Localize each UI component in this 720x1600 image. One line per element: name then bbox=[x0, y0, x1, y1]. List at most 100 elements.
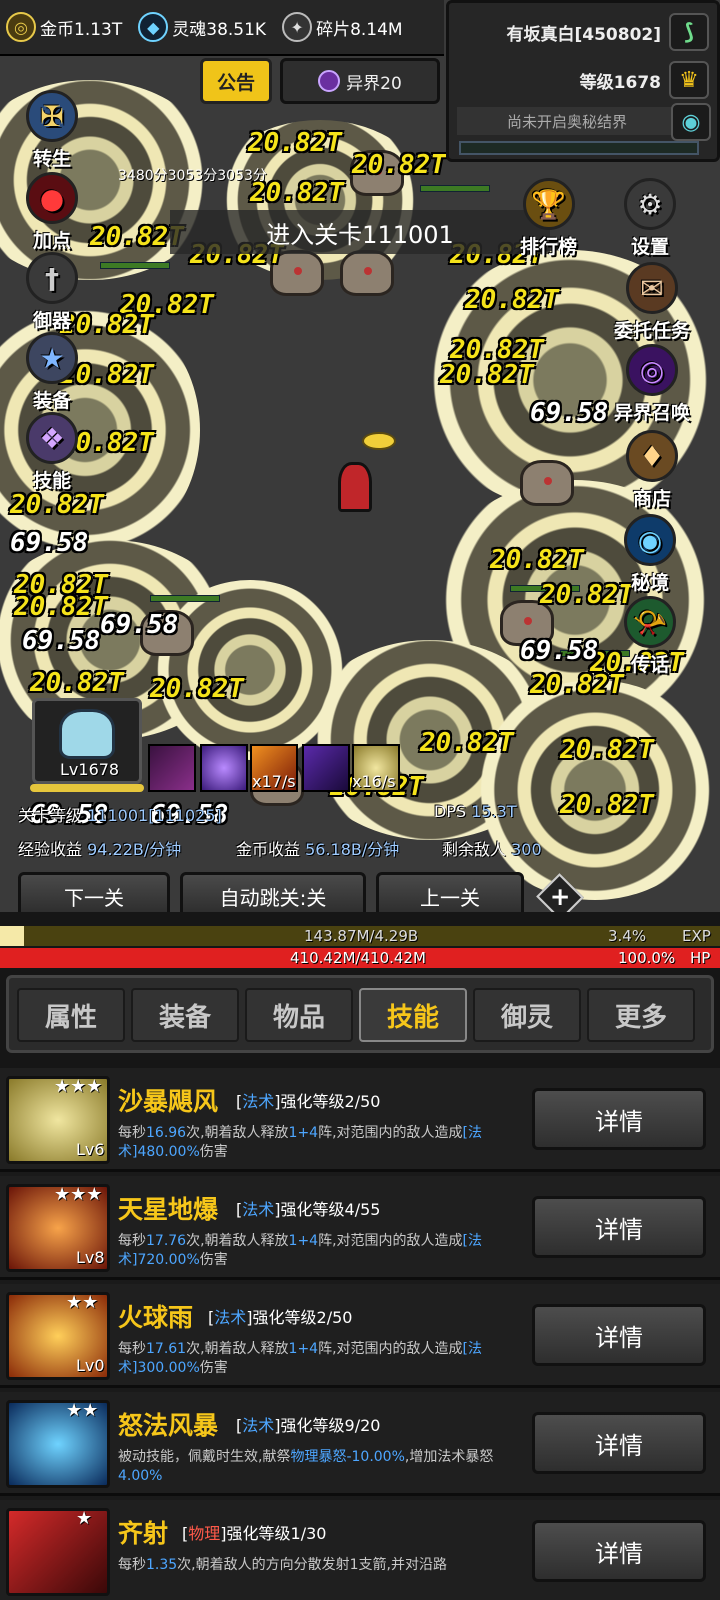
skill-tag: [法术]强化等级2/50 bbox=[236, 1092, 381, 1111]
currency-gold: ◎ 金币1.13T bbox=[6, 12, 122, 42]
secret-realm-button[interactable]: ◉ 秘境 bbox=[624, 514, 676, 595]
skill-slot-2[interactable] bbox=[200, 744, 248, 792]
ranking-button[interactable]: 🏆 排行榜 bbox=[520, 178, 577, 259]
desc-text: ,增加法术暴怒 bbox=[404, 1449, 494, 1465]
desc-value: 1+4 bbox=[288, 1233, 319, 1249]
rebirth-icon: ✠ bbox=[26, 90, 78, 142]
tab-spirit[interactable]: 御灵 bbox=[473, 988, 581, 1042]
desc-value: 1+4 bbox=[288, 1341, 319, 1357]
stage-level-label: 关卡等级 bbox=[18, 806, 83, 825]
desc-text: 伤害 bbox=[199, 1144, 228, 1160]
damage-number: 20.82T bbox=[440, 360, 534, 390]
skill-slot-1[interactable] bbox=[148, 744, 196, 792]
desc-value: 720.00% bbox=[137, 1252, 200, 1268]
tab-items[interactable]: 物品 bbox=[245, 988, 353, 1042]
settings-label: 设置 bbox=[630, 236, 669, 258]
enemy-golem bbox=[520, 460, 574, 506]
enemy-hp-bar bbox=[100, 262, 170, 269]
desc-text: 次,朝着敌人释放 bbox=[186, 1233, 289, 1249]
commission-task-button[interactable]: ✉ 委托任务 bbox=[614, 262, 690, 343]
skill-type: 物理 bbox=[188, 1524, 221, 1543]
details-button[interactable]: 详情 bbox=[532, 1412, 706, 1474]
details-button[interactable]: 详情 bbox=[532, 1088, 706, 1150]
exp-bar: 143.87M/4.29B 3.4% EXP bbox=[0, 926, 720, 946]
skill-stars: ★ bbox=[76, 1508, 93, 1529]
skill-rate: x17/s bbox=[252, 772, 296, 791]
exp-income-stat: 经验收益 94.22B/分钟 bbox=[18, 836, 181, 860]
desc-value: 1+4 bbox=[288, 1125, 319, 1141]
details-button[interactable]: 详情 bbox=[532, 1520, 706, 1582]
shop-button[interactable]: ♦ 商店 bbox=[626, 430, 678, 511]
crown-icon[interactable]: ♛ bbox=[669, 61, 709, 99]
settings-button[interactable]: ⚙ 设置 bbox=[624, 178, 676, 259]
tab-equipment[interactable]: 装备 bbox=[131, 988, 239, 1042]
desc-value: 4.00% bbox=[118, 1468, 163, 1484]
damage-number: 20.82T bbox=[560, 790, 654, 820]
score-popup: 3480分3053分3053分 bbox=[118, 168, 267, 184]
skill-lv: Lv6 bbox=[76, 1140, 105, 1159]
stage-banner: 进入关卡111001 bbox=[170, 210, 550, 254]
weapon-control-button[interactable]: † 御器 bbox=[26, 252, 78, 333]
prev-stage-button[interactable]: 上一关 bbox=[376, 872, 524, 912]
desc-text: 阵,对范围内的敌人造成 bbox=[318, 1125, 463, 1141]
hp-bar-text: 410.42M/410.42M bbox=[290, 949, 426, 967]
notice-tab[interactable]: 公告 bbox=[200, 58, 272, 104]
weapon-control-label: 御器 bbox=[32, 310, 71, 332]
blood-drop-icon: ● bbox=[26, 172, 78, 224]
other-world-tab[interactable]: 异界20 bbox=[280, 58, 440, 104]
desc-text: 每秒 bbox=[118, 1125, 146, 1141]
desc-text: 每秒 bbox=[118, 1557, 146, 1573]
companion-sprite bbox=[362, 432, 396, 450]
skill-rate: x16/s bbox=[352, 772, 396, 791]
player-name-row: 有坂真白[450802] ⟆ bbox=[506, 13, 709, 51]
portal-vortex-icon: ◎ bbox=[626, 344, 678, 396]
skill-stars: ★★★ bbox=[54, 1184, 103, 1205]
portal-icon[interactable]: ◉ bbox=[671, 103, 711, 141]
orb-icon: ◉ bbox=[624, 514, 676, 566]
player-level: 等级1678 bbox=[579, 72, 661, 93]
skill-stars: ★★★ bbox=[54, 1076, 103, 1097]
claw-icon[interactable]: ⟆ bbox=[669, 13, 709, 51]
rebirth-button[interactable]: ✠ 转生 bbox=[26, 90, 78, 171]
next-stage-button[interactable]: 下一关 bbox=[18, 872, 170, 912]
desc-text: 伤害 bbox=[199, 1252, 228, 1268]
skill-type: 法术 bbox=[242, 1092, 275, 1111]
damage-number: 20.82T bbox=[248, 128, 342, 158]
damage-number-white: 69.58 bbox=[100, 610, 179, 640]
skill-enhance-level: 强化等级9/20 bbox=[280, 1416, 381, 1435]
message-label: 传话 bbox=[630, 654, 669, 676]
equipment-button[interactable]: ★ 装备 bbox=[26, 332, 78, 413]
player-panel: 有坂真白[450802] ⟆ 等级1678 ♛ 尚未开启奥秘结界 ◉ bbox=[446, 0, 720, 162]
details-button[interactable]: 详情 bbox=[532, 1304, 706, 1366]
skill-button[interactable]: ❖ 技能 bbox=[26, 412, 78, 493]
trophy-icon: 🏆 bbox=[522, 178, 575, 230]
skill-type: 法术 bbox=[214, 1308, 247, 1327]
skill-stars: ★★ bbox=[66, 1292, 99, 1313]
add-points-button[interactable]: ● 加点 bbox=[26, 172, 78, 253]
skill-type: 法术 bbox=[242, 1416, 275, 1435]
desc-text: 伤害 bbox=[199, 1360, 228, 1376]
summon-button[interactable]: ◎ 异界召唤 bbox=[614, 344, 690, 425]
desc-value: 物理暴怒-10.00% bbox=[290, 1449, 405, 1465]
tab-attributes[interactable]: 属性 bbox=[17, 988, 125, 1042]
hp-bar-percent: 100.0% bbox=[618, 949, 676, 967]
shop-label: 商店 bbox=[632, 488, 671, 510]
auto-skip-button[interactable]: 自动跳关:关 bbox=[180, 872, 366, 912]
skill-slot-4[interactable] bbox=[302, 744, 350, 792]
tab-skills[interactable]: 技能 bbox=[359, 988, 467, 1042]
hero-avatar bbox=[59, 709, 115, 759]
damage-number-white: 69.58 bbox=[22, 626, 101, 656]
skill-name: 沙暴飓风 bbox=[118, 1087, 219, 1116]
message-button[interactable]: 📯 传话 bbox=[624, 596, 676, 677]
enemies-left-value: 300 bbox=[511, 840, 542, 859]
stage-level-stat: 关卡等级 111001[111025] bbox=[18, 802, 222, 826]
details-button[interactable]: 详情 bbox=[532, 1196, 706, 1258]
soul-icon: ◆ bbox=[138, 12, 169, 42]
skill-description: 每秒17.76次,朝着敌人释放1+4阵,对范围内的敌人造成[法术]720.00%… bbox=[118, 1232, 508, 1270]
volley-skill-icon bbox=[6, 1508, 110, 1596]
exp-income-value: 94.22B/分钟 bbox=[87, 840, 182, 859]
enemies-left-stat: 剩余敌人 300 bbox=[442, 836, 542, 860]
skill-tag: [物理]强化等级1/30 bbox=[182, 1524, 327, 1543]
tab-more[interactable]: 更多 bbox=[587, 988, 695, 1042]
desc-text: 次,朝着敌人释放 bbox=[186, 1341, 289, 1357]
